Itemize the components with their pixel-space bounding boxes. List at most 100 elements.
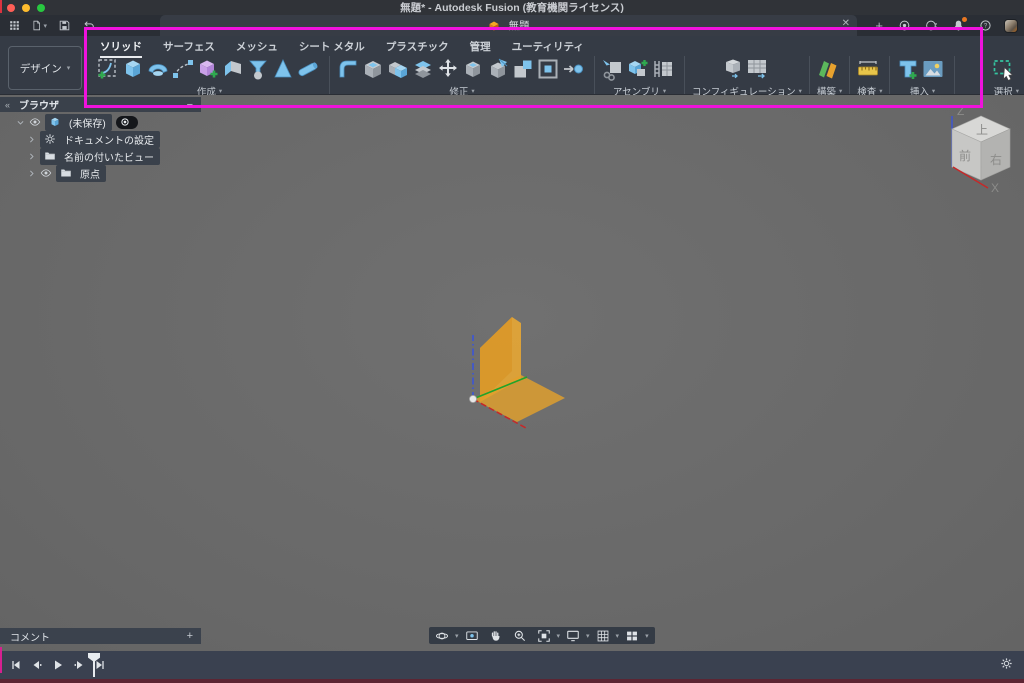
revolve-button[interactable]	[147, 55, 172, 83]
job-status-button[interactable]	[923, 18, 939, 34]
save-button[interactable]	[56, 18, 72, 34]
configuration-table-button[interactable]	[747, 55, 772, 83]
minimize-panel-icon[interactable]: −	[187, 99, 193, 111]
shell-button[interactable]	[362, 55, 387, 83]
display-settings-button[interactable]: ▾	[566, 629, 590, 643]
go-to-start-button[interactable]	[10, 659, 22, 671]
fusion-window: 無題* - Autodesk Fusion (教育機関ライセンス) ▾ 無題 ✕…	[0, 0, 1024, 683]
viewports-button[interactable]: ▾	[625, 629, 649, 643]
collapse-panel-icon[interactable]: «	[5, 100, 10, 110]
pan-button[interactable]	[489, 629, 507, 643]
view-cube[interactable]: Z 上 前 右 X	[938, 103, 1024, 195]
comments-panel-header[interactable]: コメント +	[0, 628, 201, 644]
primitive-button[interactable]	[197, 55, 222, 83]
insert-into-design-button[interactable]	[602, 55, 627, 83]
canvas-button[interactable]	[922, 55, 947, 83]
user-avatar[interactable]	[1004, 19, 1018, 33]
ribbon-group-insert: 挿入▾	[894, 54, 950, 98]
grid-display-icon	[596, 629, 610, 643]
notifications-button[interactable]	[950, 18, 966, 34]
browser-item-document[interactable]: (未保存)	[45, 114, 112, 131]
app-grid-button[interactable]	[6, 18, 22, 34]
scale-icon	[511, 57, 535, 81]
activate-component-control[interactable]	[116, 116, 138, 129]
move-copy-button[interactable]	[437, 55, 462, 83]
insert-derive-button[interactable]	[897, 55, 922, 83]
chevron-down-icon: ▾	[879, 87, 882, 95]
undo-button[interactable]	[81, 18, 97, 34]
sweep-button[interactable]	[172, 55, 197, 83]
file-new-button[interactable]: ▾	[31, 18, 47, 34]
new-tab-button[interactable]: +	[875, 18, 883, 33]
play-button[interactable]	[52, 659, 64, 671]
chevron-down-icon[interactable]	[16, 118, 25, 127]
timeline-bar	[0, 651, 1024, 679]
extrude-button[interactable]	[122, 55, 147, 83]
browser-row-document[interactable]: (未保存)	[0, 114, 260, 130]
display-settings-icon	[566, 629, 580, 643]
close-tab-icon[interactable]: ✕	[842, 18, 850, 29]
chevron-down-icon: ▾	[1016, 87, 1019, 95]
origin-planes-graphic[interactable]	[430, 300, 610, 445]
orbit-button[interactable]: ▾	[435, 629, 459, 643]
workspace-selector-button[interactable]: デザイン ▾	[8, 46, 82, 90]
chevron-right-icon[interactable]	[27, 152, 36, 161]
step-forward-button[interactable]	[73, 659, 85, 671]
ribbon-group-modify: 修正▾	[334, 54, 590, 98]
grid-display-button[interactable]: ▾	[596, 629, 620, 643]
zoom-button[interactable]	[513, 629, 531, 643]
origin-point[interactable]	[469, 395, 476, 402]
browser-row-origin[interactable]: 原点	[0, 165, 260, 181]
extrude-icon	[121, 57, 145, 81]
timeline-marker-stem	[93, 661, 95, 677]
timeline-position-marker[interactable]	[88, 653, 100, 677]
help-button[interactable]: ?	[977, 18, 993, 34]
viewcube-front-label: 前	[959, 148, 971, 163]
joint-bom-button[interactable]	[652, 55, 677, 83]
construction-plane-button[interactable]	[817, 55, 842, 83]
document-tab[interactable]: 無題	[160, 15, 857, 36]
configure-icon	[720, 57, 744, 81]
chevron-right-icon[interactable]	[27, 135, 36, 144]
select-window-icon	[992, 57, 1016, 81]
replace-face-button[interactable]	[462, 55, 487, 83]
timeline-marker-head[interactable]	[88, 653, 100, 662]
scale-button[interactable]	[512, 55, 537, 83]
offset-face-button[interactable]	[537, 55, 562, 83]
ribbon-group-inspect: 検査▾	[854, 54, 885, 98]
ribbon-group-icons-inspect	[857, 54, 882, 84]
browser-item-named-views[interactable]: 名前の付いたビュー	[40, 148, 160, 165]
fit-button[interactable]: ▾	[537, 629, 561, 643]
rib-button[interactable]	[272, 55, 297, 83]
fillet-button[interactable]	[337, 55, 362, 83]
eye-icon[interactable]	[29, 116, 41, 128]
pipe-button[interactable]	[297, 55, 322, 83]
create-sketch-button[interactable]	[97, 55, 122, 83]
browser-row-named-views[interactable]: 名前の付いたビュー	[0, 148, 260, 164]
viewcube-top-label: 上	[976, 123, 988, 137]
measure-button[interactable]	[857, 55, 882, 83]
chevron-down-icon: ▾	[932, 87, 935, 95]
new-component-button[interactable]	[627, 55, 652, 83]
add-comment-icon[interactable]: +	[187, 630, 193, 642]
press-pull-button[interactable]	[412, 55, 437, 83]
hole-button[interactable]	[247, 55, 272, 83]
configure-button[interactable]	[722, 55, 747, 83]
browser-item-document-settings[interactable]: ドキュメントの設定	[40, 131, 160, 148]
split-body-button[interactable]	[487, 55, 512, 83]
chevron-down-icon: ▾	[219, 87, 222, 95]
eye-icon[interactable]	[40, 167, 52, 179]
revolve-icon	[146, 57, 170, 81]
chevron-right-icon[interactable]	[27, 169, 36, 178]
select-window-button[interactable]	[994, 55, 1019, 83]
extensions-button[interactable]	[896, 18, 912, 34]
align-button[interactable]	[562, 55, 587, 83]
target-icon	[120, 117, 130, 127]
timeline-settings-gear-icon[interactable]	[1000, 657, 1013, 675]
combine-button[interactable]	[387, 55, 412, 83]
step-back-button[interactable]	[31, 659, 43, 671]
look-at-button[interactable]	[465, 629, 483, 643]
browser-item-origin[interactable]: 原点	[56, 165, 106, 182]
thicken-button[interactable]	[222, 55, 247, 83]
browser-row-document-settings[interactable]: ドキュメントの設定	[0, 131, 260, 147]
